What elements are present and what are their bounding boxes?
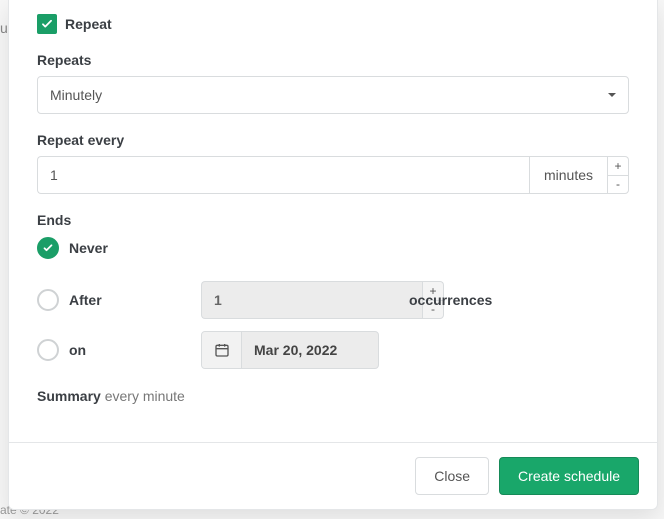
repeat-every-label: Repeat every	[37, 132, 629, 148]
repeat-every-input[interactable]	[37, 156, 529, 194]
background-left-fragment: u	[0, 20, 8, 36]
create-schedule-button[interactable]: Create schedule	[499, 457, 639, 495]
repeat-every-unit: minutes	[529, 156, 607, 194]
check-icon	[42, 242, 54, 254]
ends-after-suffix: occurrences	[409, 292, 492, 308]
repeats-label: Repeats	[37, 52, 629, 68]
repeat-every-decrement[interactable]: -	[607, 175, 629, 195]
ends-on-radio[interactable]	[37, 339, 59, 361]
ends-on-label: on	[69, 342, 86, 358]
ends-on-date-value: Mar 20, 2022	[242, 332, 378, 368]
summary-label: Summary	[37, 388, 101, 404]
ends-after-radio[interactable]	[37, 289, 59, 311]
modal-footer: Close Create schedule	[9, 442, 657, 509]
repeat-every-spinner: + -	[607, 156, 629, 194]
repeats-select[interactable]: Minutely	[37, 76, 629, 114]
summary-text: every minute	[105, 388, 185, 404]
schedule-modal: Repeat Repeats Minutely Repeat every min…	[8, 0, 658, 510]
repeat-checkbox-label: Repeat	[65, 16, 112, 32]
ends-never-radio[interactable]	[37, 237, 59, 259]
repeat-checkbox[interactable]	[37, 14, 57, 34]
ends-label: Ends	[37, 212, 629, 228]
ends-on-date-group: Mar 20, 2022	[201, 331, 379, 369]
check-icon	[40, 17, 54, 31]
repeats-select-value: Minutely	[50, 87, 102, 103]
ends-on-date-picker-button[interactable]	[202, 332, 242, 368]
repeat-every-increment[interactable]: +	[607, 156, 629, 175]
calendar-icon	[214, 342, 230, 358]
summary-row: Summary every minute	[37, 388, 629, 404]
ends-after-occurrences-input[interactable]	[201, 281, 422, 319]
close-button[interactable]: Close	[415, 457, 489, 495]
ends-never-label: Never	[69, 240, 108, 256]
ends-after-label: After	[69, 292, 102, 308]
